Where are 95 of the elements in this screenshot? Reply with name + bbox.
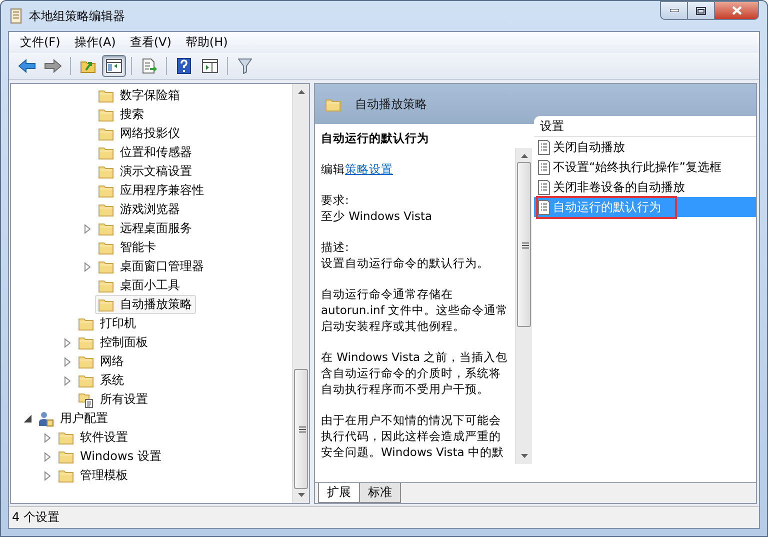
menu-item[interactable]: 查看(V) (122, 32, 178, 53)
tree-item[interactable]: 网络 (75, 352, 128, 371)
edit-policy-text: 编辑策略设置 (321, 161, 394, 177)
grip-icon (299, 426, 306, 433)
section-heading: 描述: (321, 240, 349, 254)
tree-item[interactable]: 用户配置 (35, 409, 112, 428)
tree-item[interactable]: 数字保险箱 (95, 86, 184, 105)
folder-icon (325, 96, 341, 112)
minimize-icon (670, 9, 678, 12)
tree-item[interactable]: 软件设置 (55, 428, 132, 447)
tree-item[interactable]: 远程桌面服务 (95, 219, 196, 238)
folder-icon (58, 468, 74, 483)
description-paragraph: 在 Windows Vista 之前，当插入包含自动运行命令的介质时，系统将自动执行程序而不受用户干预。 (321, 349, 509, 397)
tree-item[interactable]: 游戏浏览器 (95, 200, 184, 219)
menu-item[interactable]: 操作(A) (67, 32, 123, 53)
folder-icon (98, 202, 114, 217)
policy-document-icon (538, 140, 550, 154)
tree-item[interactable]: 管理模板 (55, 466, 132, 485)
folder-icon (78, 316, 94, 331)
policy-document-icon (538, 200, 550, 214)
folder-icon (98, 221, 114, 236)
close-icon (732, 6, 742, 15)
description-paragraph: 自动运行命令通常存储在 autorun.inf 文件中。这些命令通常启动安装程序或其他例程。 (321, 286, 510, 334)
panel-title: 自动播放策略 (355, 96, 427, 112)
section-heading: 要求: (321, 193, 349, 207)
section-text: 设置自动运行命令的默认行为。 (321, 256, 489, 270)
tab[interactable]: 标准 (359, 483, 401, 503)
folder-icon (98, 107, 114, 122)
back-arrow-icon (18, 59, 36, 73)
app-icon (9, 8, 23, 24)
folder-icon (78, 373, 94, 388)
tab[interactable]: 扩展 (318, 483, 360, 503)
tree-item[interactable]: 控制面板 (75, 333, 152, 352)
scroll-up-arrow-icon (521, 154, 528, 158)
folder-icon (58, 430, 74, 445)
maximize-button[interactable] (687, 1, 714, 20)
folder-icon (98, 297, 114, 312)
scroll-down-arrow-icon (521, 454, 528, 458)
folder-icon (98, 126, 114, 141)
folder-icon (78, 335, 94, 350)
status-text: 4 个设置 (12, 509, 60, 526)
folder-icon (58, 449, 74, 464)
tree-item[interactable]: 桌面窗口管理器 (95, 257, 208, 276)
tree-item[interactable]: 位置和传感器 (95, 143, 196, 162)
maximize-icon (696, 6, 706, 14)
toolbar-button[interactable] (102, 55, 126, 77)
folder-icon (98, 278, 114, 293)
folder-icon (98, 183, 114, 198)
folder-icon (78, 354, 94, 369)
policy-title: 自动运行的默认行为 (321, 130, 430, 146)
tree-pane-icon (106, 59, 122, 73)
forward-arrow-icon (44, 59, 62, 73)
setting-item[interactable]: 关闭非卷设备的自动播放 (534, 177, 756, 197)
export-list-icon (141, 58, 157, 74)
tree-item[interactable]: 网络投影仪 (95, 124, 184, 143)
scroll-up-arrow-icon (298, 90, 305, 94)
scroll-down-arrow-icon (298, 493, 305, 497)
folder-icon (98, 259, 114, 274)
tree-item[interactable]: 智能卡 (95, 238, 160, 257)
tree-item[interactable]: 打印机 (75, 314, 140, 333)
tree-item[interactable]: 桌面小工具 (95, 276, 184, 295)
tree-item[interactable]: 系统 (75, 371, 128, 390)
tree-item[interactable]: Windows 设置 (55, 447, 166, 466)
minimize-button[interactable] (660, 1, 687, 20)
policy-settings-link[interactable]: 策略设置 (345, 162, 393, 176)
settings-list-icon (78, 392, 94, 408)
menu-item[interactable]: 文件(F) (13, 32, 68, 53)
policy-document-icon (538, 160, 550, 174)
policy-document-icon (538, 180, 550, 194)
grip-icon (522, 242, 529, 248)
folder-icon (98, 88, 114, 103)
scrollbar[interactable] (292, 84, 309, 503)
window-title: 本地组策略编辑器 (29, 8, 125, 24)
section-text: 至少 Windows Vista (321, 209, 432, 223)
tree-item[interactable]: 所有设置 (75, 390, 152, 409)
folder-icon (98, 164, 114, 179)
setting-item[interactable]: 不设置“始终执行此操作”复选框 (534, 157, 756, 177)
tree-item[interactable]: 搜索 (95, 105, 148, 124)
tree-item[interactable]: 演示文稿设置 (95, 162, 196, 181)
tree-item[interactable]: 应用程序兼容性 (95, 181, 208, 200)
tree-item[interactable]: 自动播放策略 (95, 295, 196, 314)
setting-item[interactable]: 关闭自动播放 (534, 137, 756, 157)
action-pane-icon (202, 59, 218, 73)
scroll-thumb[interactable] (517, 162, 531, 327)
user-icon (38, 410, 54, 426)
folder-icon (98, 145, 114, 160)
scroll-thumb[interactable] (294, 369, 308, 489)
scrollbar[interactable] (515, 148, 532, 464)
description-paragraph: 由于在用户不知情的情况下可能会执行代码，因此这样会造成严重的安全问题。Windows Vista 中的默 (321, 412, 506, 460)
help-icon (177, 58, 191, 74)
column-header[interactable]: 设置 (534, 116, 756, 137)
filter-icon (238, 58, 252, 74)
menu-item[interactable]: 帮助(H) (178, 32, 235, 53)
close-button[interactable] (714, 1, 759, 20)
folder-icon (98, 240, 114, 255)
